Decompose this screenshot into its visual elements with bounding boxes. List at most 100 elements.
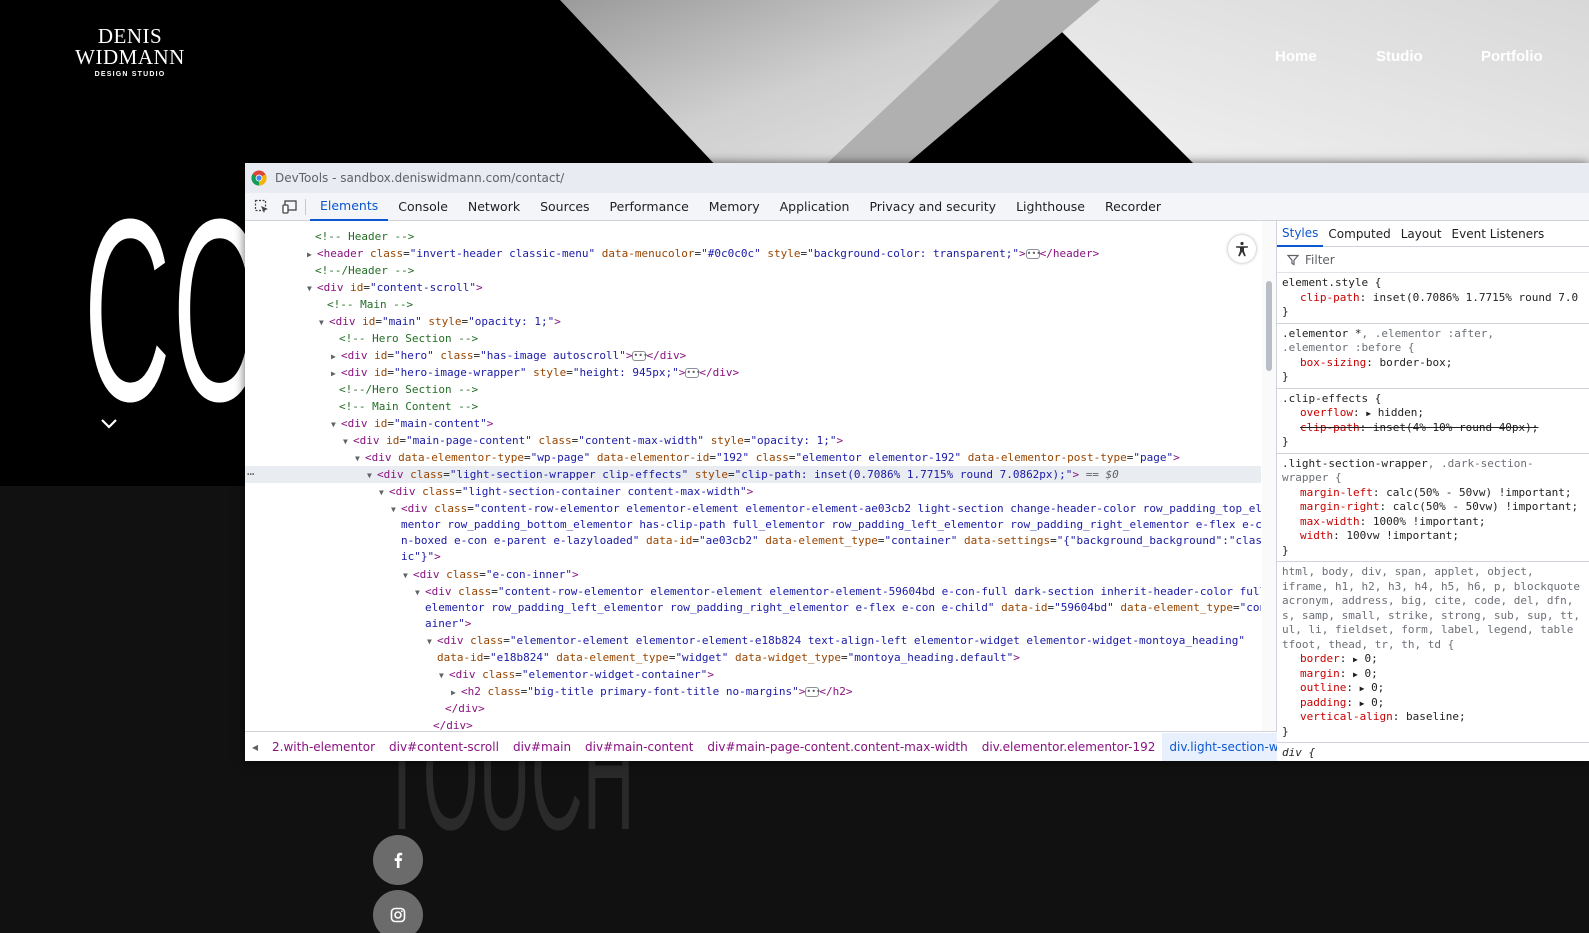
css-declaration[interactable]: padding: ▶ 0; <box>1282 696 1589 711</box>
css-declaration[interactable]: clip-path: inset(0.7086% 1.7715% round 7… <box>1282 291 1589 306</box>
css-property[interactable]: max-width <box>1300 515 1360 528</box>
css-property[interactable]: clip-path <box>1300 421 1360 434</box>
dom-node[interactable]: ▶ <h2 class="big-title primary-font-title… <box>245 683 1261 700</box>
css-value[interactable]: inset(0.7086% 1.7715% round 7.0 <box>1373 291 1578 304</box>
css-value[interactable]: calc(50% - 50vw) !important; <box>1386 486 1571 499</box>
css-property[interactable]: outline <box>1300 681 1346 694</box>
css-selector[interactable]: ul, li, fieldset, form, label, legend, t… <box>1282 623 1589 638</box>
css-selector[interactable]: html, body, div, span, applet, object, <box>1282 565 1589 580</box>
dom-node[interactable]: </div> <box>245 717 1261 731</box>
site-logo[interactable]: DENIS WIDMANN DESIGN STUDIO <box>70 26 190 79</box>
dom-node[interactable]: <!-- Header --> <box>245 228 1261 245</box>
collapse-triangle-icon[interactable]: ▼ <box>403 567 413 584</box>
css-declaration[interactable]: box-sizing: border-box; <box>1282 356 1589 371</box>
css-declaration[interactable]: margin: ▶ 0; <box>1282 667 1589 682</box>
dom-node-selected[interactable]: ⋯ ▼ <div class="light-section-wrapper cli… <box>245 466 1261 483</box>
css-selector[interactable]: acronym, address, big, cite, code, del, … <box>1282 594 1589 609</box>
tab-styles[interactable]: Styles <box>1277 221 1324 247</box>
css-property[interactable]: clip-path <box>1300 291 1360 304</box>
devtools-titlebar[interactable]: DevTools - sandbox.deniswidmann.com/cont… <box>245 163 1589 193</box>
collapse-triangle-icon[interactable]: ▼ <box>307 280 317 297</box>
tab-recorder[interactable]: Recorder <box>1095 193 1171 221</box>
dom-node[interactable]: <!--/Hero Section --> <box>245 381 1261 398</box>
tab-memory[interactable]: Memory <box>699 193 770 221</box>
dom-node[interactable]: ▶ <header class="invert-header classic-me… <box>245 245 1261 262</box>
dom-node[interactable]: ▼ <div class="elementor-element elementor… <box>245 632 1261 649</box>
css-declaration[interactable]: width: 100vw !important; <box>1282 529 1589 544</box>
css-value[interactable]: calc(50% - 50vw) !important; <box>1393 500 1578 513</box>
dom-node[interactable]: <!-- Main Content --> <box>245 398 1261 415</box>
dom-node[interactable]: </div> <box>245 700 1261 717</box>
css-value[interactable]: hidden; <box>1378 406 1424 419</box>
css-declaration[interactable]: border: ▶ 0; <box>1282 652 1589 667</box>
dom-node[interactable]: <!--/Header --> <box>245 262 1261 279</box>
css-declaration[interactable]: margin-right: calc(50% - 50vw) !importan… <box>1282 500 1589 515</box>
tab-lighthouse[interactable]: Lighthouse <box>1006 193 1095 221</box>
collapsed-ellipsis-icon[interactable]: ••• <box>685 368 701 378</box>
collapse-triangle-icon[interactable]: ▼ <box>379 484 389 501</box>
instagram-button[interactable] <box>373 890 423 933</box>
dom-node[interactable]: ▼ <div class="light-section-container con… <box>245 483 1261 500</box>
css-selector[interactable]: .elementor :before { <box>1282 341 1589 356</box>
css-property[interactable]: margin-right <box>1300 500 1379 513</box>
css-selector[interactable]: s, samp, small, strike, strong, sub, sup… <box>1282 609 1589 624</box>
collapsed-ellipsis-icon[interactable]: ••• <box>805 687 821 697</box>
css-selector[interactable]: div { <box>1282 746 1589 761</box>
css-declaration[interactable]: margin-left: calc(50% - 50vw) !important… <box>1282 486 1589 501</box>
css-value[interactable]: inset(4% 10% round 40px); <box>1373 421 1539 434</box>
inspect-element-button[interactable] <box>251 196 273 218</box>
css-declaration[interactable]: max-width: 1000% !important; <box>1282 515 1589 530</box>
dom-tree[interactable]: <!-- Header --> ▶ <header class="invert-h… <box>245 221 1261 731</box>
css-value[interactable]: baseline; <box>1406 710 1466 723</box>
css-declaration-overridden[interactable]: clip-path: inset(4% 10% round 40px); <box>1282 421 1589 436</box>
dom-tree-scrollbar[interactable] <box>1262 221 1276 731</box>
css-value[interactable]: 0; <box>1364 652 1377 665</box>
device-toolbar-button[interactable] <box>279 196 301 218</box>
tab-layout[interactable]: Layout <box>1396 221 1447 247</box>
dom-node[interactable]: ▶ <div id="hero-image-wrapper" style="hei… <box>245 364 1261 381</box>
css-selector[interactable]: iframe, h1, h2, h3, h4, h5, h6, p, block… <box>1282 580 1589 595</box>
css-value[interactable]: 1000% !important; <box>1373 515 1486 528</box>
css-selector[interactable]: .clip-effects { <box>1282 392 1589 407</box>
dom-node[interactable]: ▶ <div id="hero" class="has-image autoscr… <box>245 347 1261 364</box>
expand-triangle-icon[interactable]: ▶ <box>307 246 317 263</box>
expand-triangle-icon[interactable]: ▶ <box>451 684 461 701</box>
tab-event-listeners[interactable]: Event Listeners <box>1447 221 1550 247</box>
css-value[interactable]: 0; <box>1371 681 1384 694</box>
css-value[interactable]: 0; <box>1364 667 1377 680</box>
expand-triangle-icon[interactable]: ▶ <box>331 365 341 382</box>
breadcrumb-item[interactable]: div#main-page-content.content-max-width <box>700 740 974 754</box>
accessibility-tree-button[interactable] <box>1228 235 1256 263</box>
dom-node[interactable]: ▼ <div id="main" style="opacity: 1;"> <box>245 313 1261 330</box>
collapsed-ellipsis-icon[interactable]: ••• <box>1025 249 1041 259</box>
tab-sources[interactable]: Sources <box>530 193 599 221</box>
breadcrumb-scroll-left-icon[interactable]: ◂ <box>245 740 265 754</box>
tab-elements[interactable]: Elements <box>310 193 389 221</box>
collapse-triangle-icon[interactable]: ▼ <box>355 450 365 467</box>
css-declaration[interactable]: vertical-align: baseline; <box>1282 710 1589 725</box>
dom-node[interactable]: ▼ <div id="main-page-content" class="cont… <box>245 432 1261 449</box>
expand-triangle-icon[interactable]: ▶ <box>331 348 341 365</box>
dom-node[interactable]: <!-- Hero Section --> <box>245 330 1261 347</box>
css-property[interactable]: margin <box>1300 667 1340 680</box>
dom-node[interactable]: ▼ <div class="content-row-elementor eleme… <box>245 500 1261 517</box>
css-property[interactable]: overflow <box>1300 406 1353 419</box>
collapse-triangle-icon[interactable]: ▼ <box>343 433 353 450</box>
tab-console[interactable]: Console <box>388 193 458 221</box>
dom-node[interactable]: <!-- Main --> <box>245 296 1261 313</box>
css-declaration[interactable]: overflow: ▶ hidden; <box>1282 406 1589 421</box>
tab-computed[interactable]: Computed <box>1323 221 1395 247</box>
tab-performance[interactable]: Performance <box>600 193 699 221</box>
dom-node[interactable]: ▼ <div id="content-scroll"> <box>245 279 1261 296</box>
css-selector[interactable]: .light-section-wrapper, .dark-section- <box>1282 457 1589 472</box>
collapse-triangle-icon[interactable]: ▼ <box>367 467 377 484</box>
nav-studio[interactable]: Studio <box>1376 48 1423 68</box>
collapse-triangle-icon[interactable]: ▼ <box>427 633 437 650</box>
facebook-button[interactable] <box>373 835 423 885</box>
css-property[interactable]: margin-left <box>1300 486 1373 499</box>
tab-privacy-security[interactable]: Privacy and security <box>859 193 1006 221</box>
css-value[interactable]: border-box; <box>1379 356 1452 369</box>
css-selector[interactable]: element.style { <box>1282 276 1589 291</box>
styles-filter-input[interactable]: Filter <box>1277 247 1589 273</box>
breadcrumb-item-active[interactable]: div.light-section-wrapper.clip-effects <box>1162 732 1277 761</box>
